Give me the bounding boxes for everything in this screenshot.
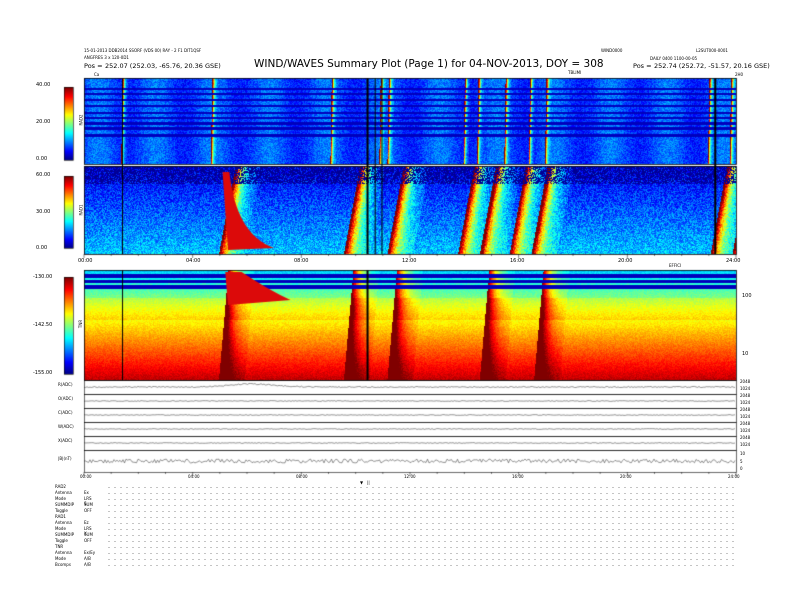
summary-dots xyxy=(104,532,736,537)
summary-key: Toggle xyxy=(55,508,68,513)
summary-dots xyxy=(104,484,736,489)
summary-key: SUMMDIP xyxy=(55,502,75,507)
line-w-tick-a: 2048 xyxy=(740,421,751,426)
line-label-o: O(ADC) xyxy=(58,396,73,401)
line-o-tick-b: 1024 xyxy=(740,400,751,405)
header-left-line1: 15-01-2013 DDB2014 SSORF (VDS 00) RAY - … xyxy=(84,48,202,53)
summary-dots xyxy=(104,562,736,567)
lower-time-5: 20:00 xyxy=(620,474,632,479)
summary-dots xyxy=(104,508,736,513)
summary-value: OFF xyxy=(84,538,92,543)
line-o-tick-a: 2048 xyxy=(740,393,751,398)
line-label-c: C(ADC) xyxy=(58,410,73,415)
header-right-pos-value: 252.74 (252.72, -51.57, 20.16 GSE) xyxy=(654,62,770,70)
lower-time-6: 24:00 xyxy=(728,474,740,479)
line-label-x: X(ADC) xyxy=(58,438,73,443)
header-left-line2: ANGFRES 3 x 120-0D1 xyxy=(84,55,129,60)
rad2-label: RAD2 xyxy=(78,114,84,126)
rad1-tick-mid: 30.00 xyxy=(36,209,51,215)
summary-dots xyxy=(104,496,736,501)
line-r-tick-b: 1024 xyxy=(740,386,751,391)
header-right-top: WIND0000 xyxy=(601,48,623,53)
summary-key: Antenna xyxy=(55,520,72,525)
header-left-pos-label: Pos = xyxy=(84,62,103,70)
summary-value: OFF xyxy=(84,508,92,513)
summary-key: SUMMDIP xyxy=(55,532,75,537)
summary-dots xyxy=(104,520,736,525)
plot-title: WIND/WAVES Summary Plot (Page 1) for 04-… xyxy=(254,58,604,70)
tnr-right-tick-100: 100 xyxy=(742,293,752,299)
summary-key: Toggle xyxy=(55,538,68,543)
rad2-tick-bot: 0.00 xyxy=(36,156,48,162)
line-label-w: W(ADC) xyxy=(58,424,74,429)
line-x-tick-a: 2048 xyxy=(740,435,751,440)
lower-time-1: 04:00 xyxy=(188,474,200,479)
rad2-tick-mid: 20.00 xyxy=(36,119,51,125)
summary-dots xyxy=(104,556,736,561)
summary-dots xyxy=(104,514,736,519)
summary-dots xyxy=(104,526,736,531)
line-c-tick-b: 1024 xyxy=(740,414,751,419)
summary-dots xyxy=(104,550,736,555)
time-tick-0: 00:00 xyxy=(78,258,93,264)
summary-key: Antenna xyxy=(55,550,72,555)
tnr-tick-top: -130.00 xyxy=(33,274,53,280)
tnr-right-axis-label: EFFICI xyxy=(669,263,682,268)
marker-right: 2H0 xyxy=(735,72,744,77)
lower-time-3: 12:00 xyxy=(404,474,416,479)
summary-key: TNR xyxy=(55,544,64,549)
tnr-right-tick-10: 10 xyxy=(742,351,749,357)
line-label-b: |B|(nT) xyxy=(58,456,72,461)
marker-left: Ca xyxy=(94,72,100,77)
tnr-label: TNR xyxy=(78,319,84,329)
line-b-tick-c: 0 xyxy=(740,466,743,471)
summary-key: Antenna xyxy=(55,490,72,495)
summary-value: Ez xyxy=(84,520,89,525)
marker-mid: TBLIMI xyxy=(568,70,582,75)
header-right-top2: L2SUT000-0001 xyxy=(696,48,728,53)
summary-key: Mode xyxy=(55,556,66,561)
lower-time-0: 00:00 xyxy=(80,474,92,479)
header-right-pos-label: Pos = xyxy=(633,62,652,70)
tnr-tick-bot: -155.00 xyxy=(33,370,53,376)
line-b-tick-b: 5 xyxy=(740,459,743,464)
lower-time-2: 08:00 xyxy=(296,474,308,479)
summary-value: SUM xyxy=(84,532,93,537)
header-left-pos-value: 252.07 (252.03, -65.76, 20.36 GSE) xyxy=(105,62,221,70)
summary-key: Bcomps xyxy=(55,562,71,567)
rad1-label: RAD1 xyxy=(78,204,84,216)
summary-dots xyxy=(104,538,736,543)
summary-value: Ex xyxy=(84,490,89,495)
summary-dots xyxy=(104,544,736,549)
time-tick-6: 24:00 xyxy=(726,258,741,264)
summary-key: Mode xyxy=(55,526,66,531)
tnr-tick-mid: -142.50 xyxy=(33,322,53,328)
rad1-tick-bot: 0.00 xyxy=(36,245,48,251)
line-w-tick-b: 1024 xyxy=(740,428,751,433)
summary-value: SUM xyxy=(84,502,93,507)
summary-value: A/B xyxy=(84,556,91,561)
summary-value: A/B xyxy=(84,562,91,567)
time-tick-3: 12:00 xyxy=(402,258,417,264)
rad1-tick-top: 60.00 xyxy=(36,172,51,178)
rad2-tick-top: 40.00 xyxy=(36,82,51,88)
time-tick-5: 20:00 xyxy=(618,258,633,264)
header-right-line2: DAILY 0400 1100-00-05 xyxy=(650,56,698,61)
line-x-tick-b: 1024 xyxy=(740,442,751,447)
line-label-r: R(ADC) xyxy=(58,382,73,387)
time-tick-2: 08:00 xyxy=(294,258,309,264)
summary-dots xyxy=(104,490,736,495)
summary-dots xyxy=(104,502,736,507)
line-b-tick-a: 10 xyxy=(740,451,746,456)
line-r-tick-a: 2048 xyxy=(740,379,751,384)
summary-key: RAD2 xyxy=(55,484,66,489)
line-c-tick-a: 2048 xyxy=(740,407,751,412)
summary-value: Ex/Ey xyxy=(84,550,96,555)
summary-key: RAD1 xyxy=(55,514,66,519)
lower-time-4: 16:00 xyxy=(512,474,524,479)
summary-key: Mode xyxy=(55,496,66,501)
time-tick-1: 04:00 xyxy=(186,258,201,264)
time-tick-4: 16:00 xyxy=(510,258,525,264)
